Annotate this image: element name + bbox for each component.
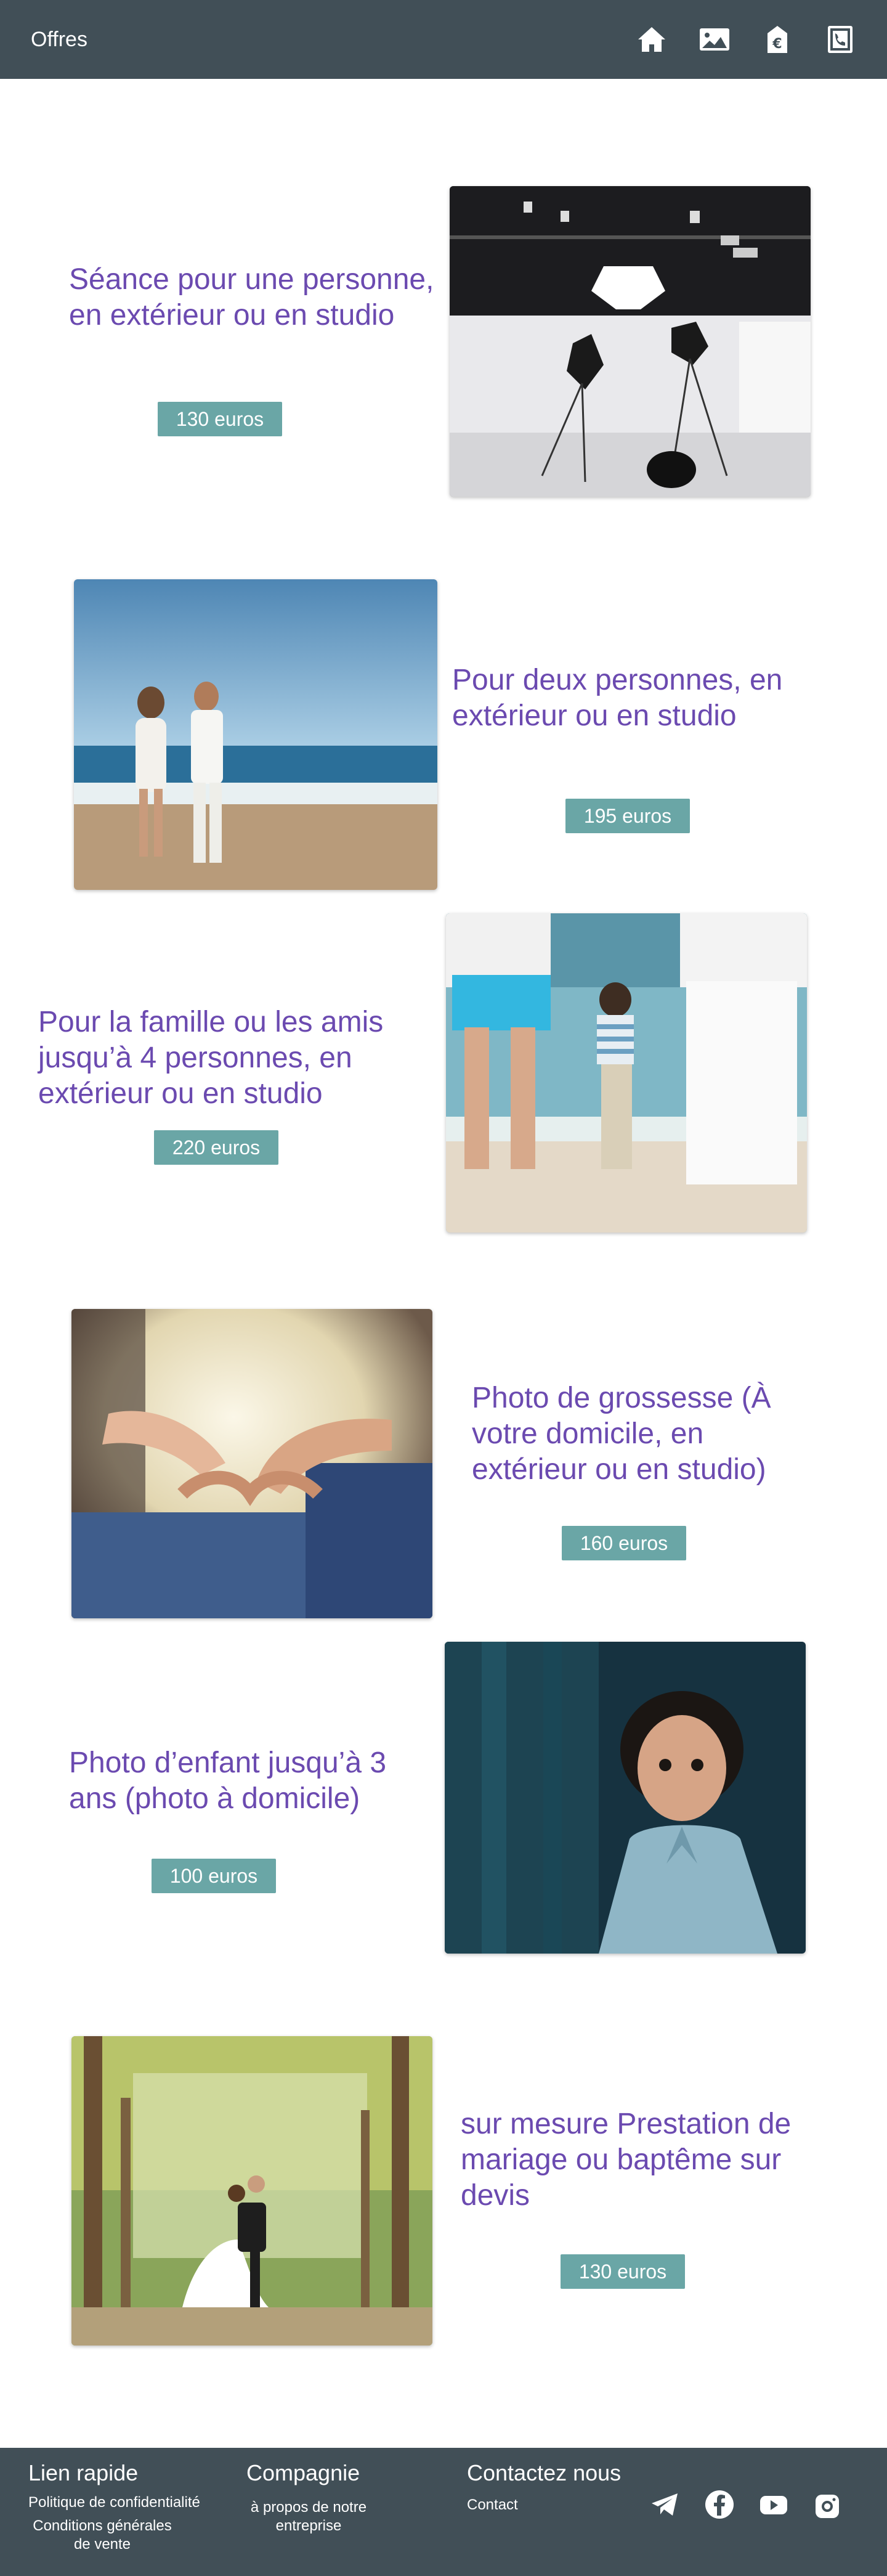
offer-3-price-badge[interactable]: 220 euros [154,1130,278,1165]
social-links [649,2488,844,2521]
offer-3-title: Pour la famille ou les amis jusqu’à 4 pe… [38,1006,384,1110]
youtube-icon[interactable] [758,2488,790,2521]
facebook-icon[interactable] [703,2488,735,2521]
offer-6-price-badge[interactable]: 130 euros [561,2254,685,2289]
svg-text:€: € [772,36,782,52]
offer-1-image [450,186,811,497]
offer-5-price-badge[interactable]: 100 euros [152,1859,276,1893]
page-title: Offres [31,27,87,51]
offer-4-price-badge[interactable]: 160 euros [562,1526,686,1560]
offer-6-image [71,2036,432,2346]
euro-icon[interactable]: € [761,23,793,55]
offer-1-price-badge[interactable]: 130 euros [158,402,282,436]
contact-link[interactable]: Contact [467,2496,518,2514]
offer-2-title: Pour deux personnes, en extérieur ou en … [452,664,783,732]
offer-2-price-badge[interactable]: 195 euros [565,799,690,833]
privacy-policy-link[interactable]: Politique de confidentialité [28,2493,200,2512]
about-link[interactable]: à propos de notre entreprise [244,2498,373,2535]
terms-link[interactable]: Conditions générales de vente [28,2517,176,2554]
telegram-icon[interactable] [649,2488,681,2521]
offer-3-image [446,913,807,1233]
footer-quick-links-title: Lien rapide [28,2460,139,2485]
gallery-icon[interactable] [699,23,731,55]
footer: Lien rapide Politique de confidentialité… [0,2448,887,2576]
header-nav: € [636,23,856,55]
offer-2-image [74,579,437,890]
footer-contact-title: Contactez nous [467,2460,622,2485]
home-icon[interactable] [636,23,668,55]
footer-company-title: Compagnie [246,2460,360,2485]
offer-4-title: Photo de grossesse (À votre domicile, en… [472,1382,771,1486]
offer-5-title: Photo d’enfant jusqu’à 3 ans (photo à do… [69,1747,387,1815]
phone-book-icon[interactable] [824,23,856,55]
top-bar: Offres € [0,0,887,79]
offer-1-title: Séance pour une personne, en extérieur o… [69,263,434,332]
offer-5-image [445,1642,806,1954]
instagram-icon[interactable] [812,2488,844,2521]
offer-4-image [71,1309,432,1618]
offer-6-title: sur mesure Prestation de mariage ou bapt… [461,2108,792,2212]
